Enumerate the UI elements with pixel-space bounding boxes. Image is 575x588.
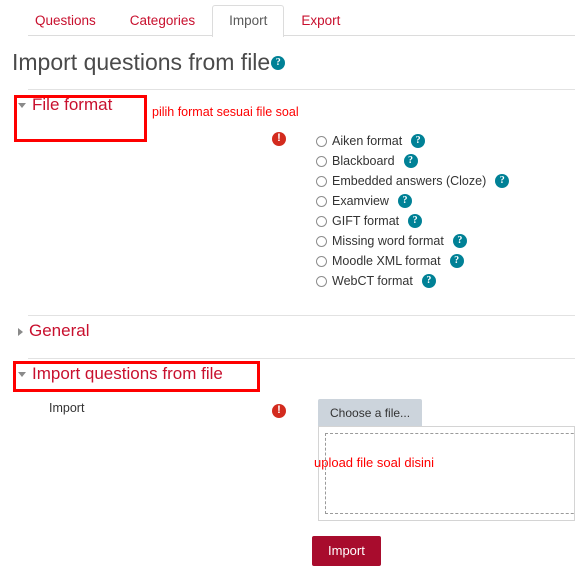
section-divider: [28, 358, 575, 360]
radio-label: Missing word format: [332, 234, 444, 249]
help-icon[interactable]: ?: [408, 214, 423, 229]
help-icon[interactable]: ?: [449, 254, 464, 269]
radio-option-webct-format[interactable]: WebCT format ?: [316, 271, 575, 291]
help-icon[interactable]: ?: [397, 194, 412, 209]
section-divider: [28, 315, 575, 317]
chevron-right-icon: [18, 327, 23, 336]
file-format-label-spacer: [28, 127, 272, 129]
radio-indicator[interactable]: [316, 155, 327, 167]
import-field-row: Import ! Choose a file... Yo: [14, 399, 575, 522]
radio-option-blackboard[interactable]: Blackboard ?: [316, 151, 575, 171]
page-title-row: Import questions from file?: [0, 36, 575, 81]
radio-label: Moodle XML format: [332, 254, 441, 269]
help-icon[interactable]: ?: [411, 134, 426, 149]
radio-label: Examview: [332, 194, 389, 209]
required-icon: !: [272, 404, 286, 419]
file-picker-tabs: Choose a file...: [316, 399, 575, 427]
help-icon[interactable]: ?: [403, 154, 418, 169]
tab-export[interactable]: Export: [284, 5, 357, 37]
radio-indicator[interactable]: [316, 195, 327, 207]
radio-option-aiken-format[interactable]: Aiken format ?: [316, 131, 575, 151]
choose-a-file-button[interactable]: Choose a file...: [318, 399, 423, 427]
section-divider: [28, 89, 575, 91]
import-filepicker-wrap: Choose a file... Yo: [316, 399, 575, 522]
file-drop-dashed-border: [325, 433, 575, 515]
radio-label: Embedded answers (Cloze): [332, 174, 487, 189]
radio-indicator[interactable]: [316, 255, 327, 267]
radio-label: GIFT format: [332, 214, 400, 229]
section-import-title: Import questions from file: [32, 364, 223, 384]
help-icon[interactable]: ?: [452, 234, 467, 249]
import-submit-button[interactable]: Import: [312, 536, 381, 567]
radio-option-gift-format[interactable]: GIFT format ?: [316, 211, 575, 231]
section-import-header[interactable]: Import questions from file: [14, 358, 575, 390]
radio-option-missing-word-format[interactable]: Missing word format ?: [316, 231, 575, 251]
tab-import[interactable]: Import: [212, 4, 285, 37]
section-general-header[interactable]: General: [14, 315, 575, 347]
primary-tab-bar: Questions Categories Import Export: [0, 0, 575, 37]
file-format-field-row: ! Aiken format ? Blackboard ? Embedded a…: [14, 127, 575, 291]
radio-indicator[interactable]: [316, 275, 327, 287]
section-file-format: File format ! Aiken format ? Blackboard: [0, 89, 575, 291]
radio-indicator[interactable]: [316, 215, 327, 227]
submit-row: Import: [14, 521, 575, 567]
radio-indicator[interactable]: [316, 235, 327, 247]
file-format-options: Aiken format ? Blackboard ? Embedded ans…: [316, 127, 575, 291]
radio-option-embedded-answers-cloze[interactable]: Embedded answers (Cloze) ?: [316, 171, 575, 191]
radio-indicator[interactable]: [316, 175, 327, 187]
file-format-required-wrap: !: [272, 127, 316, 147]
radio-option-examview[interactable]: Examview ?: [316, 191, 575, 211]
file-picker: Choose a file... Yo: [316, 399, 575, 522]
radio-option-moodle-xml-format[interactable]: Moodle XML format ?: [316, 251, 575, 271]
chevron-down-icon: [18, 372, 26, 378]
help-icon[interactable]: ?: [495, 174, 510, 189]
section-import-questions-from-file: Import questions from file Import ! Choo…: [0, 358, 575, 567]
radio-label: WebCT format: [332, 274, 413, 289]
tab-categories[interactable]: Categories: [113, 5, 212, 37]
page-title: Import questions from file: [12, 49, 271, 75]
section-file-format-header[interactable]: File format: [14, 89, 575, 121]
file-format-radio-group: Aiken format ? Blackboard ? Embedded ans…: [316, 127, 575, 291]
radio-indicator[interactable]: [316, 135, 327, 147]
file-drop-zone[interactable]: Yo: [318, 426, 575, 522]
chevron-down-icon: [18, 103, 26, 109]
help-icon[interactable]: ?: [421, 274, 436, 289]
section-general: General: [0, 315, 575, 347]
tab-questions[interactable]: Questions: [18, 5, 113, 37]
required-icon: !: [272, 132, 286, 147]
radio-label: Blackboard: [332, 154, 395, 169]
import-required-wrap: !: [272, 399, 316, 419]
import-questions-page: Questions Categories Import Export Impor…: [0, 0, 575, 588]
section-file-format-title: File format: [32, 95, 113, 115]
section-general-title: General: [29, 321, 90, 341]
radio-label: Aiken format: [332, 134, 403, 149]
help-icon[interactable]: ?: [271, 55, 286, 70]
import-field-label: Import: [49, 401, 85, 416]
